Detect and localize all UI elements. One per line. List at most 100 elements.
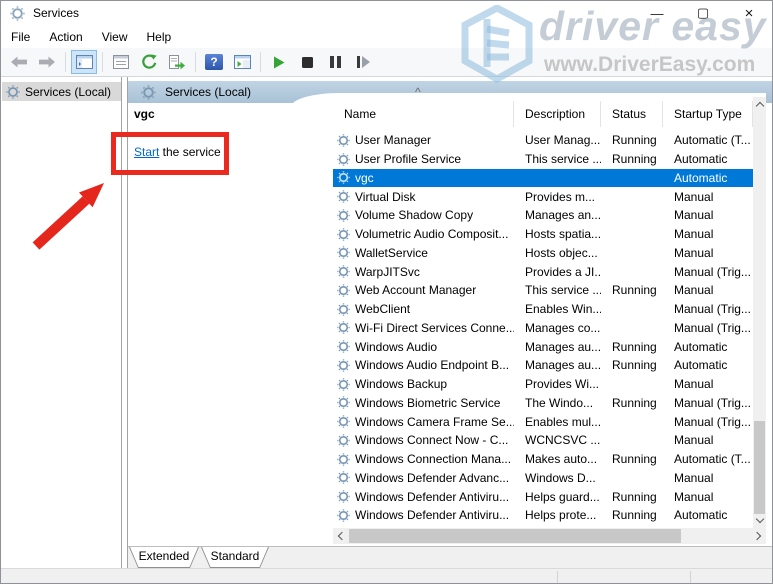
- services-gear-icon: [6, 85, 20, 99]
- forward-button[interactable]: [34, 50, 60, 74]
- toolbar-separator: [65, 52, 66, 72]
- service-name: User Manager: [355, 133, 431, 147]
- table-row[interactable]: Virtual DiskProvides m...Manual: [333, 187, 753, 206]
- close-button[interactable]: ×: [726, 1, 772, 25]
- status-bar: [1, 568, 773, 584]
- table-row[interactable]: Windows Defender Antiviru...Helps prote.…: [333, 506, 753, 525]
- pause-service-button[interactable]: [322, 50, 348, 74]
- service-gear-icon: [337, 359, 350, 372]
- service-gear-icon: [337, 340, 350, 353]
- vertical-scrollbar[interactable]: [753, 97, 766, 528]
- table-row[interactable]: Windows AudioManages au...RunningAutomat…: [333, 337, 753, 356]
- restart-icon: [357, 56, 370, 68]
- refresh-button[interactable]: [136, 50, 162, 74]
- service-startup-type: Manual (Trig...: [663, 302, 753, 316]
- menu-view[interactable]: View: [93, 27, 137, 47]
- toolbar: ?: [1, 48, 772, 77]
- refresh-icon: [141, 54, 157, 70]
- maximize-button[interactable]: ▢: [680, 1, 726, 25]
- table-row[interactable]: Windows Audio Endpoint B...Manages au...…: [333, 356, 753, 375]
- console-tree-icon: [76, 55, 93, 69]
- table-row[interactable]: Volume Shadow Copy Manages an... Manual: [333, 206, 753, 225]
- table-row[interactable]: Windows Defender Advanc...Windows D...Ma…: [333, 469, 753, 488]
- table-row[interactable]: Windows Camera Frame Se...Enables mul...…: [333, 412, 753, 431]
- table-row[interactable]: User Profile ServiceThis service ...Runn…: [333, 150, 753, 169]
- menu-bar: File Action View Help: [1, 25, 772, 48]
- scroll-left-button[interactable]: [333, 528, 348, 544]
- pane-header-title: Services (Local): [165, 85, 251, 99]
- service-gear-icon: [337, 153, 350, 166]
- scroll-down-button[interactable]: [753, 513, 766, 528]
- properties-button[interactable]: [108, 50, 134, 74]
- service-gear-icon: [337, 303, 350, 316]
- service-name: Windows Defender Advanc...: [355, 471, 509, 485]
- tree-node-services-local[interactable]: Services (Local): [2, 82, 121, 101]
- vertical-scroll-thumb[interactable]: [754, 421, 765, 514]
- service-description: Helps guard...: [514, 490, 601, 504]
- service-startup-type: Manual: [663, 208, 753, 222]
- table-row[interactable]: WalletServiceHosts objec...Manual: [333, 244, 753, 263]
- service-status: Running: [601, 152, 663, 166]
- table-row[interactable]: WebClientEnables Win...Manual (Trig...: [333, 300, 753, 319]
- column-header-status[interactable]: Status: [601, 101, 663, 127]
- scroll-up-button[interactable]: [753, 97, 766, 112]
- table-row[interactable]: Volumetric Audio Composit...Hosts spatia…: [333, 225, 753, 244]
- status-separator: [557, 571, 558, 584]
- stop-service-button[interactable]: [294, 50, 320, 74]
- service-name: User Profile Service: [355, 152, 461, 166]
- table-row[interactable]: Web Account ManagerThis service ...Runni…: [333, 281, 753, 300]
- tab-extended[interactable]: Extended: [129, 547, 199, 568]
- column-header-description[interactable]: Description: [514, 101, 601, 127]
- column-header-name[interactable]: Name: [333, 101, 514, 127]
- tab-standard[interactable]: Standard: [201, 547, 269, 568]
- table-row[interactable]: Windows Defender Antiviru...Helps guard.…: [333, 487, 753, 506]
- show-action-pane-button[interactable]: [229, 50, 255, 74]
- help-button[interactable]: ?: [201, 50, 227, 74]
- service-gear-icon: [337, 453, 350, 466]
- service-gear-icon: [337, 246, 350, 259]
- table-row[interactable]: Windows Biometric ServiceThe Windo...Run…: [333, 394, 753, 413]
- scroll-right-button[interactable]: [751, 528, 766, 544]
- arrow-left-icon: [11, 56, 27, 68]
- service-name: Volume Shadow Copy: [355, 208, 473, 222]
- table-row-selected[interactable]: vgcAutomatic: [333, 169, 753, 188]
- service-description: The Windo...: [514, 396, 601, 410]
- services-gear-icon: [141, 85, 156, 100]
- horizontal-scrollbar[interactable]: [333, 528, 766, 544]
- service-description: Manages an...: [514, 208, 601, 222]
- menu-file[interactable]: File: [2, 27, 39, 47]
- menu-action[interactable]: Action: [40, 27, 91, 47]
- service-startup-type: Automatic: [663, 340, 753, 354]
- service-gear-icon: [337, 378, 350, 391]
- start-service-button[interactable]: [266, 50, 292, 74]
- highlight-rectangle: [111, 132, 229, 175]
- table-row[interactable]: Windows Connect Now - C...WCNCSVC ...Man…: [333, 431, 753, 450]
- service-name: Windows Defender Antiviru...: [355, 508, 509, 522]
- service-description: Manages au...: [514, 340, 601, 354]
- table-row[interactable]: WarpJITSvcProvides a JI...Manual (Trig..…: [333, 262, 753, 281]
- horizontal-scroll-thumb[interactable]: [349, 529, 681, 543]
- service-status: Running: [601, 283, 663, 297]
- service-list: User ManagerUser Manag...RunningAutomati…: [333, 131, 753, 525]
- restart-service-button[interactable]: [350, 50, 376, 74]
- console-tree-pane: Services (Local): [2, 77, 121, 568]
- sort-ascending-icon[interactable]: ^: [415, 85, 421, 99]
- table-row[interactable]: User ManagerUser Manag...RunningAutomati…: [333, 131, 753, 150]
- service-name: Volumetric Audio Composit...: [355, 227, 508, 241]
- toolbar-separator: [195, 52, 196, 72]
- export-list-button[interactable]: [164, 50, 190, 74]
- service-status: Running: [601, 358, 663, 372]
- column-header-startup-type[interactable]: Startup Type: [663, 101, 753, 127]
- back-button[interactable]: [6, 50, 32, 74]
- service-name: Windows Connection Mana...: [355, 452, 511, 466]
- menu-help[interactable]: Help: [138, 27, 181, 47]
- table-row[interactable]: Windows BackupProvides Wi...Manual: [333, 375, 753, 394]
- minimize-button[interactable]: —: [634, 1, 680, 25]
- tab-standard-label: Standard: [202, 547, 268, 567]
- service-gear-icon: [337, 284, 350, 297]
- service-description: Manages au...: [514, 358, 601, 372]
- show-console-tree-button[interactable]: [71, 50, 97, 74]
- table-row[interactable]: Windows Connection Mana...Makes auto...R…: [333, 450, 753, 469]
- service-startup-type: Manual (Trig...: [663, 415, 753, 429]
- table-row[interactable]: Wi-Fi Direct Services Conne...Manages co…: [333, 319, 753, 338]
